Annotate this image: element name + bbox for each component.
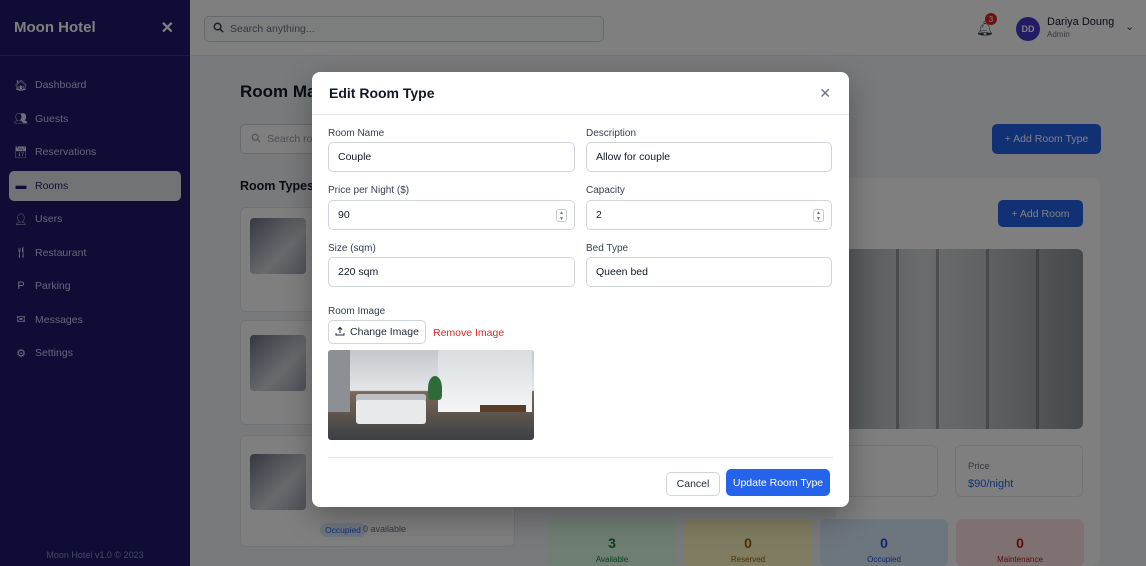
change-image-label: Change Image — [350, 326, 419, 338]
room-name-label: Room Name — [328, 128, 385, 139]
remove-image-link[interactable]: Remove Image — [433, 327, 504, 339]
upload-icon — [335, 326, 345, 339]
room-name-field[interactable]: Couple — [328, 142, 575, 172]
bed-type-label: Bed Type — [586, 243, 629, 254]
room-image-label: Room Image — [328, 306, 386, 317]
description-field[interactable]: Allow for couple — [586, 142, 832, 172]
size-field[interactable]: 220 sqm — [328, 257, 575, 287]
capacity-label: Capacity — [586, 185, 625, 196]
update-room-type-button[interactable]: Update Room Type — [726, 469, 830, 496]
price-per-night-label: Price per Night ($) — [328, 185, 410, 196]
close-icon[interactable]: ✕ — [819, 85, 831, 102]
number-stepper-icon[interactable]: ▲ ▼ — [813, 209, 824, 222]
cancel-button[interactable]: Cancel — [666, 472, 720, 496]
capacity-field[interactable]: 2 ▲ ▼ — [586, 200, 832, 230]
change-image-button[interactable]: Change Image — [328, 320, 426, 344]
size-label: Size (sqm) — [328, 243, 376, 254]
capacity-value: 2 — [596, 209, 602, 221]
description-label: Description — [586, 128, 637, 139]
dialog-header: Edit Room Type ✕ — [312, 72, 849, 115]
dialog-title: Edit Room Type — [329, 85, 435, 101]
price-per-night-value: 90 — [338, 209, 350, 221]
edit-room-type-dialog: Edit Room Type ✕ Room Name Couple Descri… — [312, 72, 849, 507]
room-image-preview — [328, 350, 534, 440]
bed-type-field[interactable]: Queen bed — [586, 257, 832, 287]
price-per-night-field[interactable]: 90 ▲ ▼ — [328, 200, 575, 230]
number-stepper-icon[interactable]: ▲ ▼ — [556, 209, 567, 222]
dialog-divider — [328, 457, 833, 458]
